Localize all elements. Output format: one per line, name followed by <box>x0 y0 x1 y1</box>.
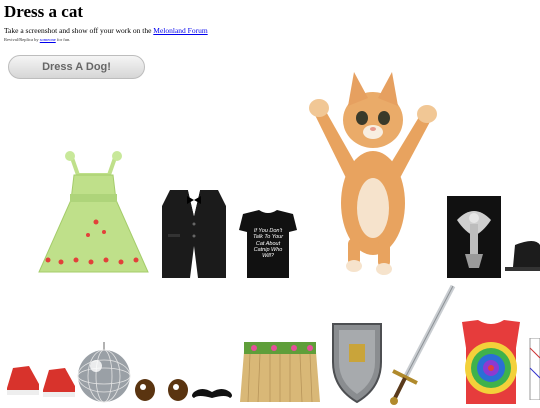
catnip-tshirt-item[interactable]: If You Don't Talk To Your Cat About Catn… <box>237 208 299 280</box>
angel-shirt-item[interactable] <box>443 192 505 280</box>
cat-image <box>306 68 441 278</box>
mustache-item[interactable] <box>190 386 234 404</box>
black-vest-item[interactable] <box>160 186 228 281</box>
disco-ball-item[interactable] <box>76 342 132 404</box>
forum-link[interactable]: Melonland Forum <box>153 26 207 35</box>
tshirt-slogan: If You Don't Talk To Your Cat About Catn… <box>252 228 284 260</box>
green-dress-item[interactable] <box>36 150 151 280</box>
credit-suffix: for fun. <box>55 37 71 42</box>
shield-item[interactable] <box>331 322 383 404</box>
credit-text: Revival/Replica by someone for fun. <box>4 37 70 42</box>
hula-skirt-item[interactable] <box>240 340 320 404</box>
brown-eyes-item[interactable] <box>133 376 191 404</box>
credit-prefix: Revival/Replica by <box>4 37 40 42</box>
intro-text: Take a screenshot and show off your work… <box>4 26 208 35</box>
intro-prefix: Take a screenshot and show off your work… <box>4 26 154 35</box>
red-sneakers-item[interactable] <box>5 358 77 400</box>
dress-a-dog-button[interactable]: Dress A Dog! <box>8 55 145 79</box>
sword-item[interactable] <box>383 283 458 408</box>
page-title: Dress a cat <box>4 2 83 21</box>
cap-item[interactable] <box>505 237 540 272</box>
tie-dye-shirt-item[interactable] <box>460 318 522 406</box>
credit-link[interactable]: someone <box>40 37 56 42</box>
striped-item-partial[interactable] <box>526 338 540 400</box>
